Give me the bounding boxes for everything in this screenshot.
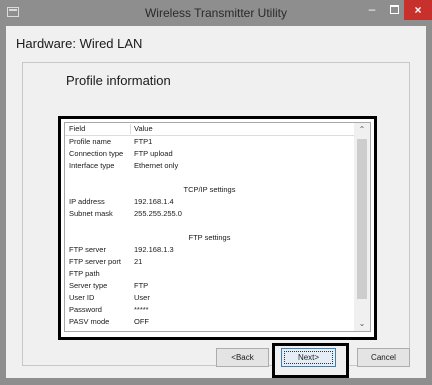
list-rows: Field Value Profile name FTP1 Connection… xyxy=(65,123,354,324)
maximize-icon xyxy=(389,5,399,14)
back-button[interactable]: <Back xyxy=(216,348,269,367)
field-label: PASV mode xyxy=(69,317,110,324)
list-row[interactable]: User ID User xyxy=(65,292,354,304)
field-value: Ethernet only xyxy=(134,161,179,170)
list-row[interactable]: Server type FTP xyxy=(65,280,354,292)
chevron-down-icon[interactable]: ⌄ xyxy=(354,317,370,331)
field-value: 192.168.1.3 xyxy=(134,245,174,254)
next-button-label: Next> xyxy=(297,353,320,362)
section-header-ftp: FTP settings xyxy=(65,232,354,244)
field-label: Password xyxy=(69,305,102,314)
vertical-scrollbar[interactable]: ⌃ ⌄ xyxy=(354,123,370,331)
list-row[interactable]: Profile name FTP1 xyxy=(65,136,354,148)
field-label: Server type xyxy=(69,281,108,290)
field-value: FTP xyxy=(134,281,149,290)
list-row[interactable]: FTP path xyxy=(65,268,354,280)
next-button[interactable]: Next> xyxy=(281,348,336,367)
field-value: FTP1 xyxy=(134,137,153,146)
close-button[interactable]: × xyxy=(404,0,432,20)
list-row[interactable]: FTP server 192.168.1.3 xyxy=(65,244,354,256)
list-row[interactable]: Subnet mask 255.255.255.0 xyxy=(65,208,354,220)
field-label: FTP server xyxy=(69,245,106,254)
column-divider xyxy=(130,124,131,134)
list-row[interactable]: IP address 192.168.1.4 xyxy=(65,196,354,208)
field-label: User ID xyxy=(69,293,95,302)
field-value: OFF xyxy=(134,317,149,324)
field-label: FTP server port xyxy=(69,257,121,266)
cancel-button[interactable]: Cancel xyxy=(357,348,410,367)
list-row[interactable]: FTP server port 21 xyxy=(65,256,354,268)
scroll-thumb[interactable] xyxy=(357,139,367,299)
field-label: Interface type xyxy=(69,161,115,170)
field-value: 192.168.1.4 xyxy=(134,197,174,206)
field-label: Profile name xyxy=(69,137,112,146)
list-row-blank xyxy=(65,172,354,184)
panel-title: Profile information xyxy=(66,73,171,88)
page-heading: Hardware: Wired LAN xyxy=(16,36,143,51)
maximize-button[interactable] xyxy=(384,0,404,20)
field-value: FTP upload xyxy=(134,149,173,158)
section-label: TCP/IP settings xyxy=(183,185,236,194)
column-header-value[interactable]: Value xyxy=(134,123,153,135)
field-label: Connection type xyxy=(69,149,124,158)
list-row[interactable]: PASV mode OFF xyxy=(65,316,354,324)
section-label: FTP settings xyxy=(188,233,231,242)
list-row[interactable]: Password ***** xyxy=(65,304,354,316)
field-value: User xyxy=(134,293,150,302)
title-bar: Wireless Transmitter Utility – × xyxy=(0,0,432,26)
list-row[interactable]: Interface type Ethernet only xyxy=(65,160,354,172)
section-header-tcpip: TCP/IP settings xyxy=(65,184,354,196)
field-value: 255.255.255.0 xyxy=(134,209,182,218)
field-value: 21 xyxy=(134,257,143,266)
field-label: IP address xyxy=(69,197,105,206)
list-row-blank xyxy=(65,220,354,232)
field-value: ***** xyxy=(134,305,149,314)
list-header: Field Value xyxy=(65,123,354,136)
chevron-up-icon[interactable]: ⌃ xyxy=(354,123,370,137)
field-label: FTP path xyxy=(69,269,100,278)
minimize-button[interactable]: – xyxy=(360,0,384,20)
column-header-field[interactable]: Field xyxy=(69,123,85,135)
profile-info-list[interactable]: Field Value Profile name FTP1 Connection… xyxy=(64,122,371,332)
list-row[interactable]: Connection type FTP upload xyxy=(65,148,354,160)
field-label: Subnet mask xyxy=(69,209,113,218)
